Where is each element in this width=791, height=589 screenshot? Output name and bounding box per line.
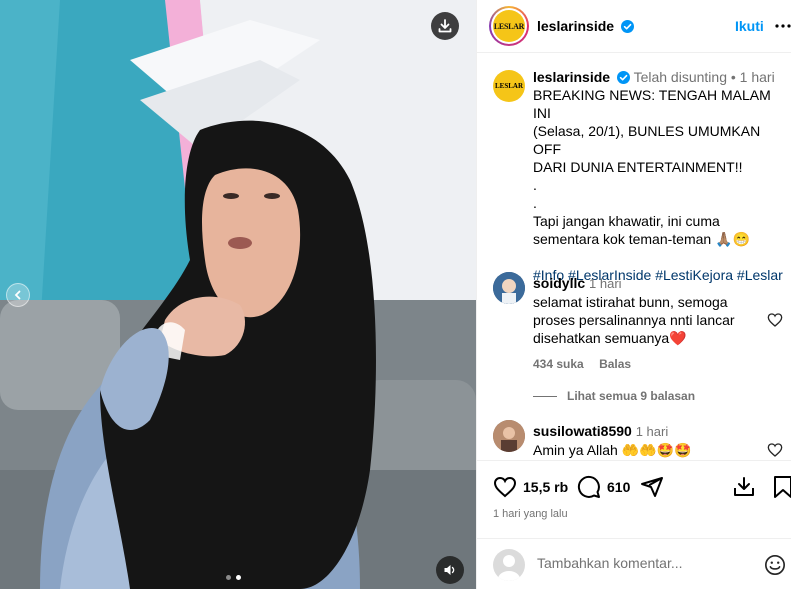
post-media[interactable] [0, 0, 476, 589]
post-header: LESLAR leslarinside Ikuti [477, 0, 791, 53]
comment-like-heart-icon[interactable] [767, 312, 783, 328]
caption-line: . [533, 177, 537, 193]
comment-line: Amin ya Allah 🤲🤲🤩🤩 [533, 442, 692, 458]
caption: LESLAR leslarinside Telah disunting • 1 … [493, 68, 783, 283]
current-user-avatar [493, 549, 525, 581]
bookmark-button[interactable] [772, 475, 791, 499]
bookmark-icon [774, 476, 791, 498]
comment-count: 610 [607, 479, 631, 495]
comment-body: soidyllc 1 hari selamat istirahat bunn, … [533, 274, 783, 405]
send-icon [641, 477, 663, 497]
slide-indicator [226, 575, 241, 580]
caption-line: sementara kok teman-teman 🙏🏽😁 [533, 231, 750, 247]
comment-line: proses persalinannya nnti lancar [533, 312, 735, 328]
comment-body: susilowati8590 1 hari Amin ya Allah 🤲🤲🤩🤩 [533, 422, 783, 459]
mute-toggle-button[interactable] [436, 556, 464, 584]
previous-slide-button[interactable] [6, 283, 30, 307]
verified-badge-icon [620, 20, 634, 33]
follow-button[interactable]: Ikuti [735, 18, 764, 34]
verified-badge-icon [616, 71, 630, 84]
download-icon [438, 19, 452, 33]
caption-avatar-logo: LESLAR [494, 82, 523, 90]
share-button[interactable] [640, 475, 664, 499]
speaker-icon [444, 565, 455, 575]
video-frame [0, 0, 476, 589]
slide-dot-active [236, 575, 241, 580]
like-button[interactable]: 15,5 rb [493, 475, 568, 499]
save-to-device-button[interactable] [732, 475, 756, 499]
comment-input[interactable] [537, 555, 747, 571]
comment-time: 1 hari [635, 424, 669, 439]
comment-time: 1 hari [589, 276, 622, 291]
heart-icon [493, 476, 517, 498]
comment-username[interactable]: susilowati8590 [533, 423, 632, 439]
avatar-image [493, 272, 525, 304]
comment-button[interactable]: 610 [577, 475, 630, 499]
view-replies-button[interactable]: Lihat semua 9 balasan [533, 387, 783, 405]
comment-bubble-icon [577, 475, 600, 498]
more-horizontal-icon [775, 24, 791, 28]
action-bar: 15,5 rb 610 [477, 460, 791, 500]
author-avatar[interactable]: LESLAR [489, 6, 529, 46]
comment-line: selamat istirahat bunn, semoga [533, 294, 728, 310]
caption-line: . [533, 195, 537, 211]
comment: susilowati8590 1 hari Amin ya Allah 🤲🤲🤩🤩 [493, 420, 783, 460]
slide-dot [226, 575, 231, 580]
comment: soidyllc 1 hari selamat istirahat bunn, … [493, 272, 783, 405]
edited-label: Telah disunting [633, 69, 727, 85]
caption-time: 1 hari [739, 69, 775, 85]
like-count[interactable]: 15,5 rb [523, 479, 568, 495]
post-side-panel: LESLAR leslarinside Ikuti LESLAR leslari… [476, 0, 791, 589]
author-logo: LESLAR [493, 10, 525, 42]
commenter-avatar[interactable] [493, 420, 525, 452]
commenter-avatar[interactable] [493, 272, 525, 304]
chevron-left-icon [14, 290, 21, 300]
reply-button[interactable]: Balas [599, 357, 631, 371]
more-options-button[interactable] [775, 16, 791, 36]
comment-username[interactable]: soidyllc [533, 275, 585, 291]
comment-line: disehatkan semuanya❤️ [533, 330, 687, 346]
view-replies-label: Lihat semua 9 balasan [567, 389, 696, 403]
caption-body: leslarinside Telah disunting • 1 hari BR… [533, 69, 783, 283]
caption-line: (Selasa, 20/1), BUNLES UMUMKAN OFF [533, 123, 761, 157]
comment-composer [477, 538, 791, 589]
comments-thread[interactable]: LESLAR leslarinside Telah disunting • 1 … [477, 54, 791, 460]
caption-avatar[interactable]: LESLAR [493, 70, 525, 102]
comment-like-heart-icon[interactable] [767, 442, 783, 458]
caption-line: DARI DUNIA ENTERTAINMENT!! [533, 159, 743, 175]
posted-time[interactable]: 1 hari yang lalu [493, 508, 568, 520]
author-username-text[interactable]: leslarinside [537, 18, 614, 34]
emoji-icon[interactable] [764, 554, 786, 576]
caption-line: BREAKING NEWS: TENGAH MALAM INI [533, 87, 771, 121]
default-avatar-icon [493, 549, 525, 581]
comment-like-count[interactable]: 434 suka [533, 357, 584, 371]
caption-line: Tapi jangan khawatir, ini cuma [533, 213, 720, 229]
avatar-image [493, 420, 525, 452]
caption-username[interactable]: leslarinside [533, 69, 610, 85]
download-button[interactable] [431, 12, 459, 40]
author-username[interactable]: leslarinside [537, 18, 634, 34]
download-tray-icon [734, 477, 754, 496]
